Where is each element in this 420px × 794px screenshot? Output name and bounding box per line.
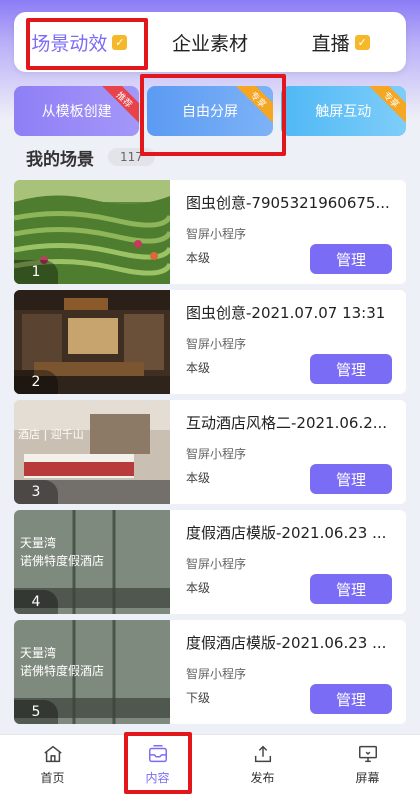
touch-interaction-button[interactable]: 触屏互动 专享: [280, 86, 406, 136]
scene-title: 互动酒店风格二-2021.06.2...: [186, 414, 388, 432]
scene-thumbnail: 天量湾 诺佛特度假酒店 4: [14, 510, 170, 614]
manage-button[interactable]: 管理: [310, 244, 392, 274]
nav-home[interactable]: 首页: [0, 735, 105, 794]
scene-index: 4: [14, 590, 58, 614]
bottom-navigation: 首页 内容 发布 屏幕: [0, 734, 420, 794]
scene-card[interactable]: 天量湾 诺佛特度假酒店 5 度假酒店模版-2021.06.23 ... 智屏小程…: [14, 620, 406, 724]
mode-label: 自由分屏: [181, 104, 238, 120]
manage-button[interactable]: 管理: [310, 684, 392, 714]
scene-source: 智屏小程序: [186, 667, 247, 681]
scene-count-badge: 117: [108, 148, 155, 166]
checkbox-checked-icon: ✓: [354, 34, 370, 50]
tab-live[interactable]: 直播 ✓: [275, 12, 406, 72]
thumb-caption: 天量湾: [20, 536, 57, 550]
scene-level: 本级: [186, 471, 211, 485]
create-from-template-button[interactable]: 从模板创建 推荐: [14, 86, 140, 136]
scene-title: 度假酒店模版-2021.06.23 ...: [186, 634, 387, 652]
scene-card[interactable]: 天量湾 诺佛特度假酒店 4 度假酒店模版-2021.06.23 ... 智屏小程…: [14, 510, 406, 614]
checkbox-checked-icon: ✓: [112, 34, 128, 50]
tab-label: 企业素材: [172, 32, 249, 55]
scene-index: 1: [14, 260, 58, 284]
tab-label: 直播: [311, 32, 350, 55]
exclusive-badge: 专享: [365, 86, 406, 126]
nav-content[interactable]: 内容: [105, 735, 210, 794]
nav-label: 屏幕: [355, 771, 380, 785]
scene-source: 智屏小程序: [186, 227, 247, 241]
category-tabs: 场景动效 ✓ 企业素材 直播 ✓: [14, 12, 406, 72]
scene-title: 图虫创意-7905321960675...: [186, 194, 390, 212]
nav-publish[interactable]: 发布: [210, 735, 315, 794]
scene-card[interactable]: 2 图虫创意-2021.07.07 13:31 智屏小程序 本级 管理: [14, 290, 406, 394]
mode-label: 触屏互动: [315, 104, 372, 120]
tab-enterprise-assets[interactable]: 企业素材: [145, 12, 276, 72]
manage-button[interactable]: 管理: [310, 574, 392, 604]
scene-index: 5: [14, 700, 58, 724]
scene-thumbnail: 1: [14, 180, 170, 284]
nav-label: 首页: [40, 771, 65, 785]
scene-source: 智屏小程序: [186, 447, 247, 461]
section-title: 我的场景: [26, 149, 94, 170]
manage-button[interactable]: 管理: [310, 464, 392, 494]
tab-scene-effects[interactable]: 场景动效 ✓: [14, 12, 145, 72]
thumb-caption: 酒店 | 迎千山: [18, 428, 84, 441]
upload-icon: [254, 745, 271, 763]
scene-source: 智屏小程序: [186, 557, 247, 571]
free-split-screen-button[interactable]: 自由分屏 专享: [147, 86, 273, 136]
tab-label: 场景动效: [31, 32, 108, 55]
scene-index: 3: [14, 480, 58, 504]
create-mode-row: 从模板创建 推荐 自由分屏 专享 触屏互动 专享: [14, 86, 406, 136]
scene-level: 本级: [186, 251, 211, 265]
manage-button[interactable]: 管理: [310, 354, 392, 384]
thumb-caption: 诺佛特度假酒店: [20, 664, 105, 678]
inbox-icon: [148, 745, 167, 763]
scene-thumbnail: 天量湾 诺佛特度假酒店 5: [14, 620, 170, 724]
scene-level: 本级: [186, 361, 211, 375]
nav-label: 发布: [250, 771, 275, 785]
thumb-caption: 诺佛特度假酒店: [20, 554, 105, 568]
scene-index: 2: [14, 370, 58, 394]
thumb-caption: 天量湾: [20, 646, 57, 660]
home-icon: [43, 745, 62, 763]
scene-source: 智屏小程序: [186, 337, 247, 351]
exclusive-badge: 专享: [232, 86, 273, 126]
scene-thumbnail: 2: [14, 290, 170, 394]
nav-screen[interactable]: 屏幕: [315, 735, 420, 794]
my-scenes-header: 我的场景 117: [26, 144, 155, 170]
scene-level: 下级: [186, 691, 211, 705]
mode-label: 从模板创建: [41, 104, 112, 120]
monitor-icon: [358, 745, 377, 763]
scene-title: 图虫创意-2021.07.07 13:31: [186, 304, 386, 322]
scene-card[interactable]: 1 图虫创意-7905321960675... 智屏小程序 本级 管理: [14, 180, 406, 284]
scene-thumbnail: 酒店 | 迎千山 3: [14, 400, 170, 504]
scene-card[interactable]: 酒店 | 迎千山 3 互动酒店风格二-2021.06.2... 智屏小程序 本级…: [14, 400, 406, 504]
scene-title: 度假酒店模版-2021.06.23 ...: [186, 524, 387, 542]
scene-level: 本级: [186, 581, 211, 595]
nav-label: 内容: [145, 771, 170, 785]
